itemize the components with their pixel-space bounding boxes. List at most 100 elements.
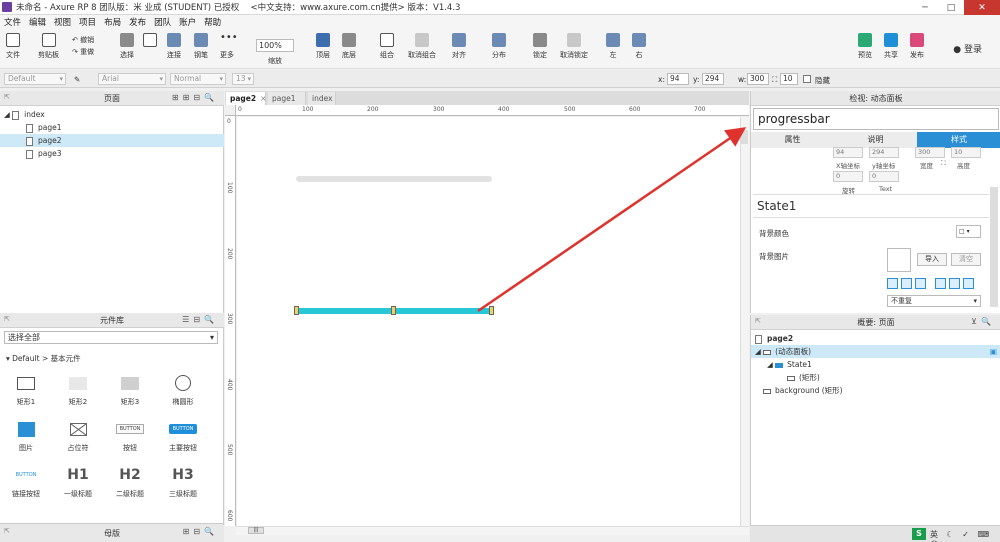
horizontal-scroll-thumb[interactable]: ||| — [248, 527, 264, 534]
tab-page1[interactable]: page1 — [268, 92, 306, 105]
file-button[interactable]: 文件 — [6, 33, 20, 60]
vertical-scroll-thumb[interactable] — [741, 130, 748, 144]
text-rotation-input[interactable]: 0 — [869, 171, 899, 182]
widget-rect1[interactable]: 矩形1 — [1, 373, 51, 407]
zoom-select[interactable]: 100% — [256, 39, 294, 52]
align-h-center-button[interactable] — [901, 278, 912, 289]
clear-button[interactable]: 清空 — [951, 253, 981, 266]
widget-button[interactable]: BUTTON 按钮 — [105, 419, 155, 453]
masters-panel-actions[interactable]: ⊞⊟🔍 — [183, 527, 218, 536]
left-button[interactable]: 左 — [606, 33, 620, 60]
menu-file[interactable]: 文件 — [4, 16, 21, 28]
redo-button[interactable]: ↷ 重做 — [72, 46, 94, 58]
widget-h3[interactable]: H3 三级标题 — [158, 465, 208, 499]
aspect-lock-icon[interactable]: ⛶ — [772, 75, 777, 85]
menu-account[interactable]: 账户 — [179, 16, 196, 28]
outline-rect[interactable]: (矩形) — [751, 371, 1000, 384]
resize-handle-left[interactable] — [294, 306, 299, 315]
vertical-scrollbar[interactable] — [740, 117, 749, 526]
resize-handle-middle[interactable] — [391, 306, 396, 315]
repeat-select[interactable]: 不重复 — [887, 295, 981, 307]
select-tool-button[interactable]: 选择 — [120, 33, 134, 60]
rotation-input[interactable]: 0 — [833, 171, 863, 182]
menu-team[interactable]: 团队 — [154, 16, 171, 28]
outline-page[interactable]: page2 — [751, 332, 1000, 345]
format-painter-icon[interactable]: ✎ — [74, 75, 80, 84]
style-select[interactable]: Default — [4, 73, 66, 85]
align-v-bottom-button[interactable] — [963, 278, 974, 289]
tab-page2[interactable]: page2 × — [226, 92, 266, 105]
menu-publish[interactable]: 发布 — [129, 16, 146, 28]
send-bottom-button[interactable]: 底层 — [342, 33, 356, 60]
height-input[interactable]: 10 — [780, 73, 798, 85]
align-v-top-button[interactable] — [935, 278, 946, 289]
minimize-button[interactable]: ─ — [912, 0, 938, 15]
clipboard-button[interactable]: 剪贴板 — [38, 33, 59, 60]
lock-ratio-icon[interactable]: ⛶ — [941, 159, 946, 168]
preview-button[interactable]: 预览 — [858, 33, 872, 60]
lock-button[interactable]: 锁定 — [533, 33, 547, 60]
outline-background[interactable]: background (矩形) — [751, 384, 1000, 397]
outline-state1[interactable]: ◢ State1 — [751, 358, 1000, 371]
horizontal-scrollbar[interactable] — [236, 526, 749, 535]
ungroup-button[interactable]: 取消组合 — [408, 33, 436, 60]
y-coord-input[interactable]: 294 — [869, 147, 899, 158]
collapse-icon[interactable]: ◢ — [4, 110, 10, 119]
widget-link-button[interactable]: BUTTON 链接按钮 — [1, 465, 51, 499]
menu-view[interactable]: 视图 — [54, 16, 71, 28]
page-item-index[interactable]: ◢ index — [0, 108, 224, 121]
align-v-middle-button[interactable] — [949, 278, 960, 289]
undo-button[interactable]: ↶ 撤销 — [72, 34, 94, 46]
hidden-checkbox[interactable] — [803, 75, 811, 83]
widget-rect2[interactable]: 矩形2 — [53, 373, 103, 407]
width-input[interactable]: 300 — [747, 73, 769, 85]
collapse-icon[interactable]: ◢ — [767, 360, 773, 369]
close-button[interactable]: ✕ — [964, 0, 1000, 15]
widget-rect3[interactable]: 矩形3 — [105, 373, 155, 407]
tab-properties[interactable]: 属性 — [751, 132, 834, 148]
select-mode-button[interactable] — [143, 33, 157, 47]
maximize-button[interactable]: □ — [938, 0, 964, 15]
height-coord-input[interactable]: 10 — [951, 147, 981, 158]
distribute-button[interactable]: 分布 — [492, 33, 506, 60]
menu-arrange[interactable]: 布局 — [104, 16, 121, 28]
widget-h2[interactable]: H2 二级标题 — [105, 465, 155, 499]
library-category[interactable]: ▾ Default > 基本元件 — [6, 353, 81, 364]
width-coord-input[interactable]: 300 — [915, 147, 945, 158]
ime-status[interactable]: 英 ☾ ✓ ⌨ ☺ — [930, 529, 1000, 542]
login-button[interactable]: ● 登录 — [953, 42, 982, 55]
outline-dynamic-panel[interactable]: ◢ (动态面板) ▣ — [751, 345, 1000, 358]
font-size-select[interactable]: 13 — [232, 73, 254, 85]
share-button[interactable]: 共享 — [884, 33, 898, 60]
widget-h1[interactable]: H1 一级标题 — [53, 465, 103, 499]
page-item-page1[interactable]: page1 — [0, 121, 224, 134]
right-button[interactable]: 右 — [632, 33, 646, 60]
panel-state-icon[interactable]: ▣ — [990, 345, 997, 358]
font-family-select[interactable]: Arial — [98, 73, 166, 85]
more-button[interactable]: ••• 更多 — [220, 33, 238, 60]
ime-icon[interactable]: S — [912, 528, 926, 540]
tab-style[interactable]: 样式 — [917, 132, 1000, 148]
resize-handle-right[interactable] — [489, 306, 494, 315]
widget-image[interactable]: 图片 — [1, 419, 51, 453]
widget-ellipse[interactable]: 椭圆形 — [158, 373, 208, 407]
outline-panel-actions[interactable]: ⊻🔍 — [971, 317, 995, 326]
x-coord-input[interactable]: 94 — [833, 147, 863, 158]
widget-name-input[interactable]: progressbar — [753, 108, 999, 130]
bg-color-picker[interactable]: □ ▾ — [956, 225, 981, 238]
align-h-right-button[interactable] — [915, 278, 926, 289]
x-input[interactable]: 94 — [667, 73, 689, 85]
menu-help[interactable]: 帮助 — [204, 16, 221, 28]
library-select[interactable]: 选择全部 — [4, 331, 218, 344]
widget-primary-button[interactable]: BUTTON 主要按钮 — [158, 419, 208, 453]
font-weight-select[interactable]: Normal — [170, 73, 226, 85]
collapse-icon[interactable]: ◢ — [755, 347, 761, 356]
unlock-button[interactable]: 取消锁定 — [560, 33, 588, 60]
menu-edit[interactable]: 编辑 — [29, 16, 46, 28]
pen-tool-button[interactable]: 钢笔 — [194, 33, 208, 60]
import-button[interactable]: 导入 — [917, 253, 947, 266]
y-input[interactable]: 294 — [702, 73, 724, 85]
page-item-page2[interactable]: page2 — [0, 134, 224, 147]
page-item-page3[interactable]: page3 — [0, 147, 224, 160]
pages-panel-actions[interactable]: ⊞⊞⊟🔍 — [172, 93, 218, 102]
